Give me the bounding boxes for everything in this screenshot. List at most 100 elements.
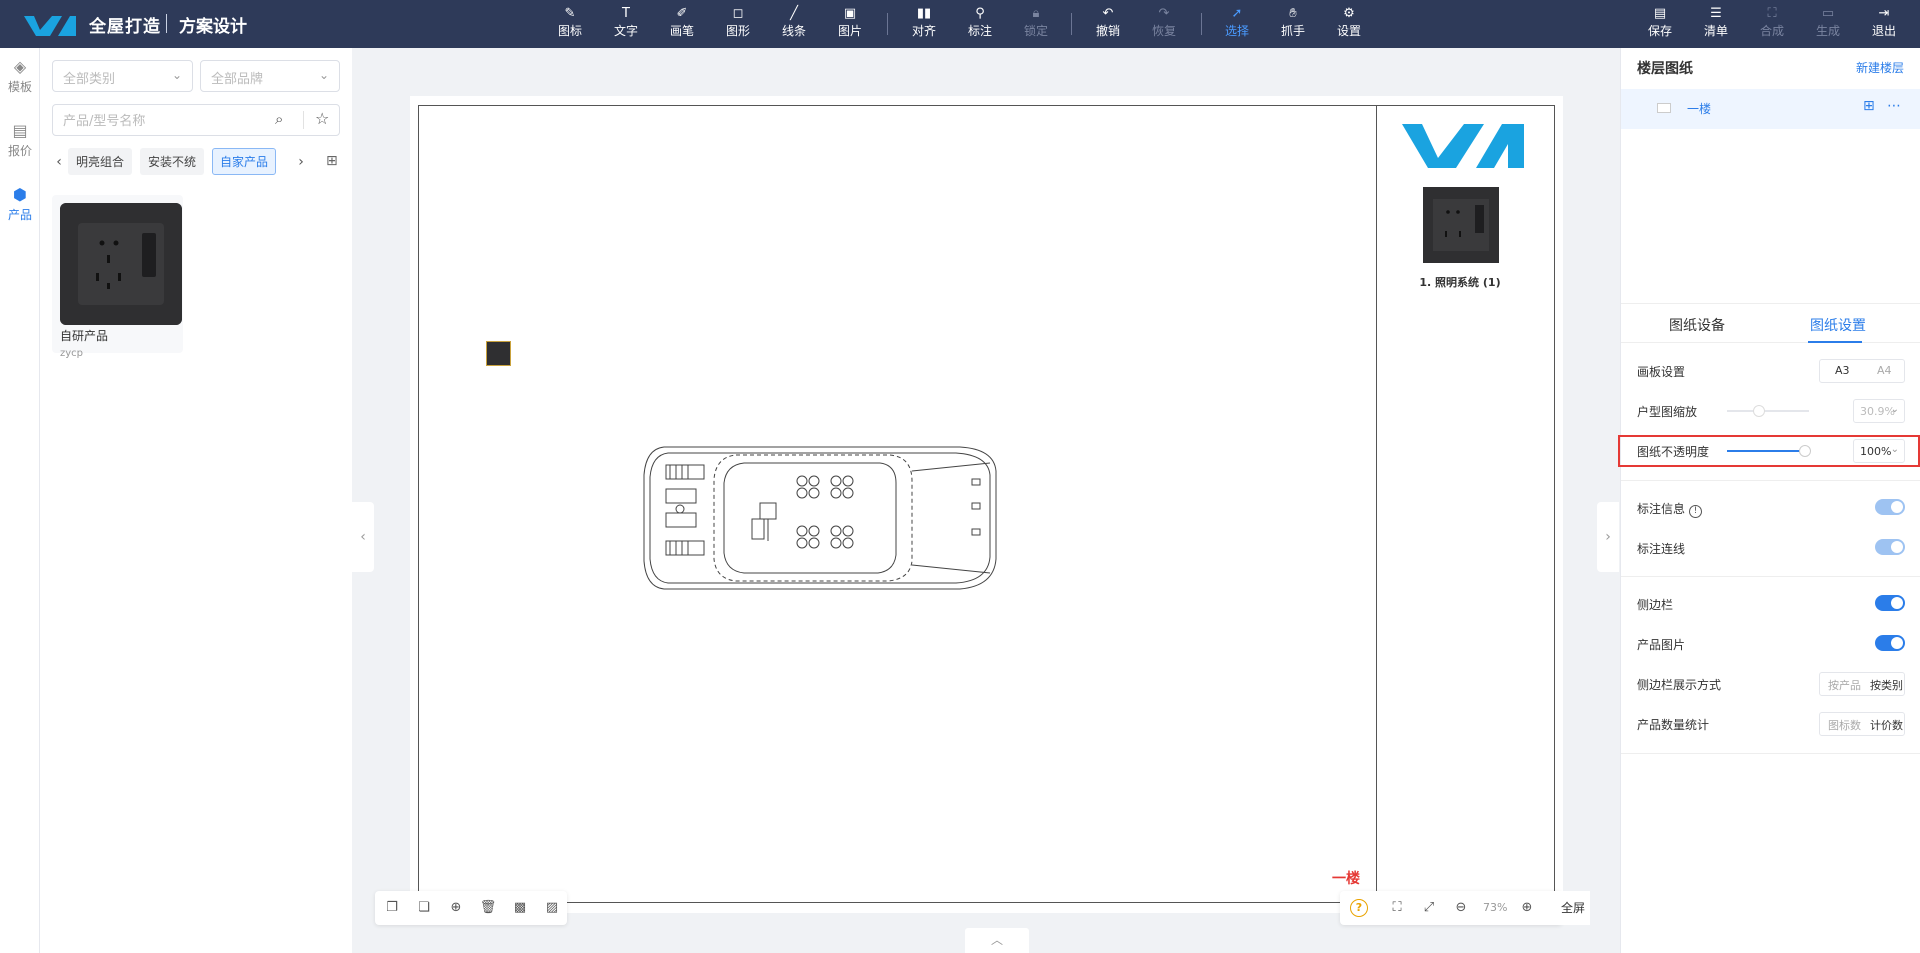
floor-list-item[interactable]: 一楼 ⊞ ⋯ xyxy=(1621,89,1920,129)
shape-icon: ◻ xyxy=(732,6,744,21)
tool-shape-button[interactable]: ◻ 图形 xyxy=(714,5,762,43)
tool-annotate-button[interactable]: ⚲ 标注 xyxy=(956,5,1004,43)
help-icon[interactable]: ? xyxy=(1350,899,1368,917)
active-tab-indicator xyxy=(1808,341,1862,343)
fit-screen-icon[interactable]: ⛶ xyxy=(1388,899,1406,917)
undo-button[interactable]: ↶ 撤销 xyxy=(1084,5,1132,43)
duplicate-icon[interactable]: ⊕ xyxy=(447,899,465,917)
cube-icon: ⬢ xyxy=(13,185,27,204)
tool-brush-button[interactable]: ✐ 画笔 xyxy=(658,5,706,43)
floor-thumbnail-icon xyxy=(1657,103,1671,113)
expand-bottom-handle[interactable]: ︿ xyxy=(965,928,1029,953)
toggle-knob xyxy=(1891,597,1903,609)
list-button[interactable]: ☰ 清单 xyxy=(1692,5,1740,43)
save-button[interactable]: ▤ 保存 xyxy=(1636,5,1684,43)
exit-button[interactable]: ⇥ 退出 xyxy=(1860,5,1908,43)
brand-logo xyxy=(24,16,76,36)
product-image-toggle[interactable] xyxy=(1875,635,1905,651)
annotation-line-toggle[interactable] xyxy=(1875,539,1905,555)
delete-icon[interactable]: 🗑︎ xyxy=(479,899,497,917)
bring-front-icon[interactable]: ❐ xyxy=(383,899,401,917)
rail-item-product[interactable]: ⬢ 产品 xyxy=(0,184,40,234)
zoom-in-icon[interactable]: ⊕ xyxy=(1518,899,1536,917)
legend-divider xyxy=(1376,106,1377,903)
tool-image-button[interactable]: ▣ 图片 xyxy=(826,5,874,43)
product-name: 自研产品 xyxy=(60,329,109,343)
category-select[interactable]: 全部类别 ⌄ xyxy=(52,60,193,92)
floor-add-icon[interactable]: ⊞ xyxy=(1863,98,1875,114)
save-icon: ▤ xyxy=(1653,6,1667,21)
sidebar-mode-toggle: 按产品 按类别 xyxy=(1819,672,1905,696)
drawing-canvas[interactable]: 1. 照明系统 (1) 一楼 xyxy=(410,96,1563,913)
send-back-icon[interactable]: ❏ xyxy=(415,899,433,917)
new-floor-link[interactable]: 新建楼层 xyxy=(1856,59,1904,76)
rail-item-quote[interactable]: ▤ 报价 xyxy=(0,120,40,170)
count-row: 产品数量统计 图标数 计价数 xyxy=(1637,712,1905,736)
more-icon[interactable]: ⋯ xyxy=(1887,98,1901,114)
line-icon: ╱ xyxy=(790,6,798,21)
tab-devices[interactable]: 图纸设备 xyxy=(1669,315,1725,335)
placed-device-icon[interactable] xyxy=(486,341,511,366)
chevron-down-icon: ⌄ xyxy=(318,68,329,82)
collapse-right-handle[interactable]: › xyxy=(1597,502,1619,572)
exit-icon: ⇥ xyxy=(1878,6,1890,21)
chevron-right-icon[interactable]: › xyxy=(294,151,308,173)
tag-item[interactable]: 安装不统 xyxy=(140,148,205,175)
fullscreen-button[interactable]: 全屏 xyxy=(1556,891,1590,925)
brand-select[interactable]: 全部品牌 ⌄ xyxy=(200,60,340,92)
search-icon[interactable]: ⌕ xyxy=(275,110,283,128)
tool-line-button[interactable]: ╱ 线条 xyxy=(770,5,818,43)
cursor-icon: ➚ xyxy=(1231,6,1243,21)
grid-icon[interactable]: ⊞ xyxy=(326,153,338,169)
plan-scale-input[interactable]: 30.9% ⌄ xyxy=(1853,399,1905,423)
chevron-left-icon[interactable]: ‹ xyxy=(52,151,66,173)
annotation-info-toggle[interactable] xyxy=(1875,499,1905,515)
search-input[interactable] xyxy=(63,111,263,131)
group-icon[interactable]: ▩ xyxy=(511,899,529,917)
tool-text-button[interactable]: T 文字 xyxy=(602,5,650,43)
top-toolbar: 全屋打造 方案设计 ✎ 图标 T 文字 ✐ 画笔 ◻ 图形 ╱ 线条 ▣ 图片 ▮▮ 对齐 ⚲… xyxy=(0,0,1920,48)
annotation-line-row: 标注连线 xyxy=(1637,536,1905,560)
tag-item[interactable]: 明亮组合 xyxy=(68,148,133,175)
plan-scale-slider[interactable] xyxy=(1727,405,1809,417)
settings-button[interactable]: ⚙ 设置 xyxy=(1325,5,1373,43)
select-tool-button[interactable]: ➚ 选择 xyxy=(1213,5,1261,43)
tab-settings[interactable]: 图纸设置 xyxy=(1810,315,1866,335)
board-a4-option[interactable]: A4 xyxy=(1877,364,1892,377)
count-by-icon[interactable]: 图标数 xyxy=(1828,717,1861,733)
annotation-line-label: 标注连线 xyxy=(1637,542,1686,556)
legend-item: 1. 照明系统 (1) xyxy=(1419,276,1501,289)
tag-bar: ‹ 明亮组合 安装不统 自家产品 › ⊞ xyxy=(52,148,342,176)
legend-product-image xyxy=(1423,187,1499,263)
zoom-out-icon[interactable]: ⊖ xyxy=(1452,899,1470,917)
brand-name: 全屋打造 xyxy=(89,17,161,37)
ungroup-icon[interactable]: ▨ xyxy=(543,899,561,917)
tag-item-active[interactable]: 自家产品 xyxy=(212,148,277,175)
annotation-info-row: 标注信息! xyxy=(1637,496,1905,520)
count-by-price[interactable]: 计价数 xyxy=(1870,717,1903,733)
board-a3-option[interactable]: A3 xyxy=(1835,364,1850,377)
collapse-left-handle[interactable]: ‹ xyxy=(352,502,374,572)
star-icon[interactable]: ☆ xyxy=(315,109,329,128)
generate-button[interactable]: ▭ 生成 xyxy=(1804,5,1852,43)
slider-handle[interactable] xyxy=(1753,405,1765,417)
product-panel: 全部类别⌄ 全部品牌⌄ ⌕ ☆ ‹ 明亮组合 安装不统 自家产品 › ⊞ 自研产… xyxy=(40,48,352,953)
mode-by-category[interactable]: 按类别 xyxy=(1870,677,1903,693)
floor-label: 一楼 xyxy=(1332,871,1360,887)
sidebar-toggle[interactable] xyxy=(1875,595,1905,611)
expand-icon[interactable]: ⤢ xyxy=(1420,899,1438,917)
tool-icon-button[interactable]: ✎ 图标 xyxy=(546,5,594,43)
mode-by-product[interactable]: 按产品 xyxy=(1828,677,1861,693)
count-mode-toggle: 图标数 计价数 xyxy=(1819,712,1905,736)
product-card[interactable]: 自研产品 zycp xyxy=(52,195,183,359)
tool-align-button[interactable]: ▮▮ 对齐 xyxy=(900,5,948,43)
chevron-left-icon: ‹ xyxy=(360,529,366,545)
info-icon[interactable]: ! xyxy=(1689,505,1703,518)
hand-tool-button[interactable]: ✋︎ 抓手 xyxy=(1269,5,1317,43)
rail-item-template[interactable]: ◈ 模板 xyxy=(0,56,40,106)
sidebar-mode-row: 侧边栏展示方式 按产品 按类别 xyxy=(1637,672,1905,696)
product-search: ⌕ ☆ xyxy=(52,104,340,136)
redo-button[interactable]: ↷ 恢复 xyxy=(1140,5,1188,43)
compose-button[interactable]: ⛶ 合成 xyxy=(1748,5,1796,43)
tool-lock-button[interactable]: 🔒︎ 锁定 xyxy=(1012,5,1060,43)
